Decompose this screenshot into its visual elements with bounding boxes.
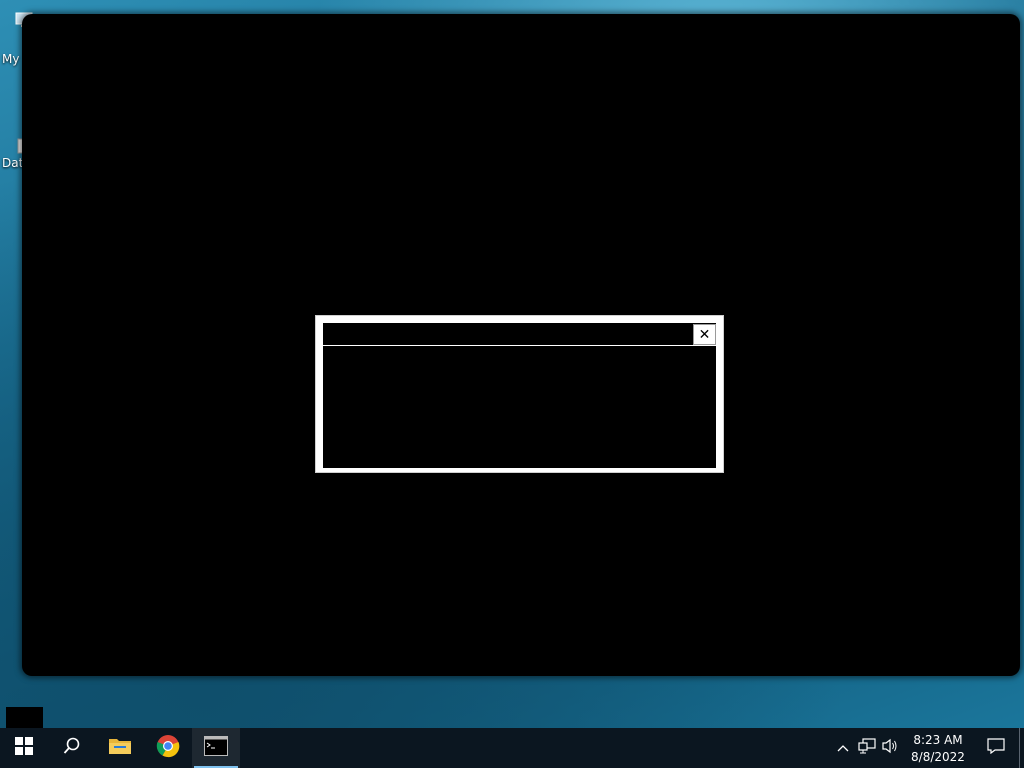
clock[interactable]: 8:23 AM 8/8/2022	[903, 730, 973, 766]
dialog-content-area: ✕	[323, 323, 716, 468]
close-icon: ✕	[698, 326, 711, 343]
dialog-title	[323, 327, 329, 341]
command-prompt-icon	[204, 736, 228, 760]
windows-logo-icon	[15, 737, 33, 759]
dialog-body	[323, 347, 716, 468]
network-button[interactable]	[855, 728, 879, 768]
cmd-button[interactable]	[192, 728, 240, 768]
taskbar: 8:23 AM 8/8/2022	[0, 728, 1024, 768]
search-button[interactable]	[48, 728, 96, 768]
speaker-icon	[882, 738, 900, 758]
system-tray: 8:23 AM 8/8/2022	[831, 728, 1024, 768]
clock-time: 8:23 AM	[913, 733, 963, 747]
desktop-black-thumbnail	[6, 707, 43, 729]
start-button[interactable]	[0, 728, 48, 768]
close-button[interactable]: ✕	[693, 324, 716, 345]
show-desktop-button[interactable]	[1019, 728, 1024, 768]
folder-icon	[108, 736, 132, 760]
chevron-up-icon	[837, 741, 849, 756]
chrome-icon	[156, 734, 180, 762]
dialog-titlebar[interactable]: ✕	[323, 323, 716, 346]
notification-icon	[987, 738, 1005, 758]
search-icon	[63, 737, 81, 759]
volume-button[interactable]	[879, 728, 903, 768]
clock-date: 8/8/2022	[911, 750, 965, 764]
show-hidden-icons-button[interactable]	[831, 728, 855, 768]
chrome-button[interactable]	[144, 728, 192, 768]
file-explorer-button[interactable]	[96, 728, 144, 768]
modal-dialog: ✕	[315, 315, 724, 473]
network-icon	[858, 738, 876, 758]
action-center-button[interactable]	[973, 728, 1019, 768]
